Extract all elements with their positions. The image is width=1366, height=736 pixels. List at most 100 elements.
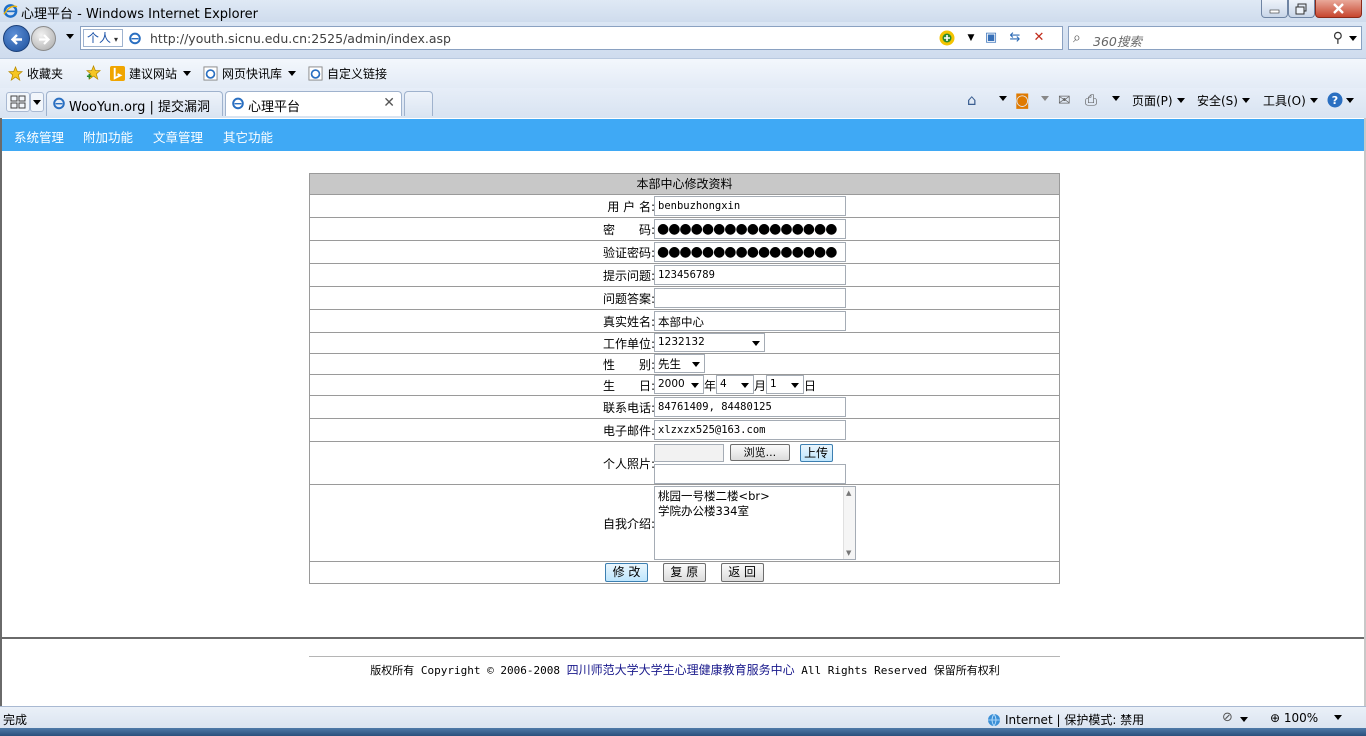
photo-url-input[interactable]: [654, 464, 846, 484]
refresh-icon[interactable]: ⇆: [1006, 29, 1024, 47]
nav-other-functions[interactable]: 其它功能: [223, 127, 273, 146]
gender-select[interactable]: 先生: [654, 354, 705, 373]
tab-wooyun[interactable]: WooYun.org | 提交漏洞: [46, 91, 223, 116]
birth-day-select[interactable]: 1: [766, 375, 805, 394]
birth-month-select[interactable]: 4: [716, 375, 755, 394]
year-unit: 年: [704, 379, 717, 393]
email-input[interactable]: xlzxzx525@163.com: [654, 420, 846, 440]
row-hint-answer: 问题答案:: [310, 286, 1059, 309]
web-slice-gallery-link[interactable]: 网页快讯库: [203, 65, 297, 82]
birth-year-value: 2000: [658, 378, 685, 390]
confirm-password-label: 验证密码:: [602, 246, 655, 260]
footer-org-link[interactable]: 四川师范大学大学生心理健康教育服务中心: [567, 663, 795, 677]
browse-button[interactable]: 浏览...: [729, 444, 790, 461]
home-dropdown[interactable]: [993, 92, 1007, 106]
intro-textarea[interactable]: 桃园一号楼二楼<br> 学院办公楼334室 ▲ ▼: [654, 486, 856, 560]
password-input[interactable]: ●●●●●●●●●●●●●●●●: [654, 219, 846, 239]
chevron-down-icon: [692, 362, 700, 367]
search-icon[interactable]: ⚲: [1333, 30, 1343, 46]
nav-article-management[interactable]: 文章管理: [153, 127, 203, 146]
row-birthday: 生 日: 2000 年 4 月 1 日: [310, 374, 1059, 395]
search-provider-icon: ⌕: [1073, 30, 1081, 46]
quick-tabs-button[interactable]: [6, 92, 30, 112]
scroll-up-icon[interactable]: ▲: [846, 489, 851, 497]
protected-mode-dropdown[interactable]: [1240, 717, 1248, 722]
profile-selector[interactable]: 个人 ▾: [83, 29, 123, 47]
close-window-button[interactable]: [1315, 0, 1362, 18]
email-label: 电子邮件:: [602, 424, 655, 438]
close-icon: [1333, 3, 1344, 14]
favorites-button[interactable]: 收藏夹: [8, 65, 63, 82]
home-icon[interactable]: ⌂: [967, 91, 977, 109]
hint-question-input[interactable]: 123456789: [654, 265, 846, 285]
forward-button[interactable]: [31, 26, 56, 51]
photo-file-path[interactable]: [654, 444, 724, 462]
reset-button[interactable]: 复 原: [662, 563, 706, 582]
rss-feeds-icon[interactable]: ◙: [1015, 91, 1030, 109]
address-dropdown-arrow[interactable]: ▼: [962, 29, 980, 47]
suggested-sites-link[interactable]: 建议网站: [110, 65, 192, 82]
nav-system-management[interactable]: 系统管理: [14, 127, 64, 146]
edit-profile-form: 本部中心修改资料 用 户 名: benbuzhongxin 密 码: ●●●●●…: [309, 173, 1060, 584]
safety-menu-button[interactable]: 安全(S): [1197, 92, 1250, 109]
favorites-bar: 收藏夹 建议网站 网页快讯库 自定义链接: [0, 58, 1366, 88]
upload-button[interactable]: 上传: [799, 444, 833, 462]
textarea-scrollbar[interactable]: ▲ ▼: [843, 487, 855, 559]
windows-taskbar: [0, 728, 1366, 736]
maximize-button[interactable]: [1288, 0, 1315, 18]
row-actions: 修 改 复 原 返 回: [310, 561, 1059, 583]
print-icon[interactable]: ⎙: [1085, 91, 1097, 109]
username-input[interactable]: benbuzhongxin: [654, 196, 846, 216]
real-name-input[interactable]: 本部中心: [654, 311, 846, 331]
feeds-dropdown[interactable]: [1035, 92, 1049, 106]
chevron-down-icon: [691, 383, 699, 388]
site-top-nav: 系统管理 附加功能 文章管理 其它功能: [2, 119, 1364, 151]
custom-links-link[interactable]: 自定义链接: [308, 65, 387, 82]
add-favorite-button[interactable]: [86, 65, 105, 80]
tools-menu-button[interactable]: 工具(O): [1263, 92, 1318, 109]
hint-answer-input[interactable]: [654, 288, 846, 308]
stop-icon[interactable]: ✕: [1030, 29, 1048, 47]
row-work-unit: 工作单位: 1232132: [310, 332, 1059, 353]
print-dropdown[interactable]: [1106, 92, 1120, 106]
compat-plus-icon[interactable]: [938, 29, 956, 47]
zoom-control[interactable]: ⊕ 100%: [1270, 711, 1343, 725]
window-titlebar: 心理平台 - Windows Internet Explorer: [0, 0, 1366, 22]
ie-page-icon: [53, 97, 65, 110]
minimize-button[interactable]: [1261, 0, 1288, 18]
close-tab-icon[interactable]: ✕: [383, 95, 395, 111]
row-real-name: 真实姓名: 本部中心: [310, 309, 1059, 332]
tab-list-dropdown[interactable]: [30, 92, 44, 112]
compatibility-view-icon[interactable]: ▣: [982, 29, 1000, 47]
search-options-dropdown[interactable]: [1349, 36, 1357, 41]
photo-label: 个人照片:: [602, 457, 655, 471]
nav-addons[interactable]: 附加功能: [83, 127, 133, 146]
new-tab-button[interactable]: [404, 91, 433, 116]
row-phone: 联系电话: 84761409, 84480125: [310, 395, 1059, 418]
help-button[interactable]: ?: [1327, 92, 1354, 108]
birth-year-select[interactable]: 2000: [654, 375, 704, 394]
security-zone[interactable]: Internet | 保护模式: 禁用: [987, 711, 1144, 728]
phone-input[interactable]: 84761409, 84480125: [654, 397, 846, 417]
scroll-down-icon[interactable]: ▼: [846, 549, 851, 557]
search-field[interactable]: ⌕ 360搜索 ⚲: [1068, 26, 1362, 50]
confirm-password-input[interactable]: ●●●●●●●●●●●●●●●●: [654, 242, 846, 262]
page-menu-button[interactable]: 页面(P): [1132, 92, 1185, 109]
content-frame: 本部中心修改资料 用 户 名: benbuzhongxin 密 码: ●●●●●…: [2, 151, 1364, 639]
recent-pages-dropdown[interactable]: [66, 34, 74, 39]
protected-mode-icon[interactable]: ⊘: [1222, 710, 1233, 725]
tab-xinli-platform[interactable]: 心理平台 ✕: [225, 91, 402, 116]
submit-button[interactable]: 修 改: [605, 563, 648, 582]
work-unit-select[interactable]: 1232132: [654, 333, 765, 352]
address-field[interactable]: 个人 ▾ http://youth.sicnu.edu.cn:2525/admin…: [80, 26, 1063, 50]
suggested-sites-label: 建议网站: [129, 67, 178, 81]
arrow-right-icon: [39, 34, 51, 45]
row-password: 密 码: ●●●●●●●●●●●●●●●●: [310, 217, 1059, 240]
address-toolbar: 个人 ▾ http://youth.sicnu.edu.cn:2525/admin…: [0, 22, 1366, 58]
back-button-form[interactable]: 返 回: [720, 563, 764, 582]
password-label: 密 码:: [602, 223, 655, 237]
profile-label: 个人: [87, 31, 112, 45]
back-button[interactable]: [3, 25, 30, 52]
minimize-icon: [1269, 9, 1280, 14]
read-mail-icon[interactable]: ✉: [1058, 91, 1071, 109]
